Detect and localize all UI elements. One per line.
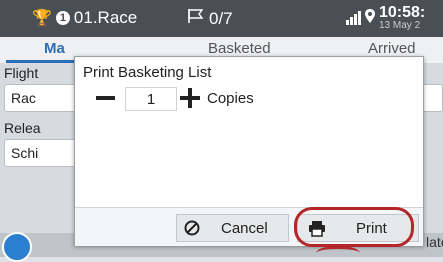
dialog-title: Print Basketing List <box>83 64 212 81</box>
tab-arrived[interactable]: Arrived <box>368 40 416 57</box>
highlight-annotation-tail <box>316 246 360 260</box>
clock: 10:58: 13 May 2 <box>379 5 425 31</box>
dialog-footer: Cancel Print <box>75 207 423 246</box>
print-label: Print <box>356 220 387 237</box>
race-indicator: 🏆 1 01.Race <box>32 8 137 28</box>
flight-progress-text: 0/7 <box>209 8 233 28</box>
release-label: Relea <box>4 120 41 136</box>
increase-copies-button[interactable] <box>177 85 203 111</box>
print-dialog: Print Basketing List 1 Copies Cancel Pri… <box>74 56 424 246</box>
clock-date: 13 May 2 <box>379 20 421 31</box>
copies-input[interactable]: 1 <box>125 87 177 111</box>
minus-icon <box>96 96 115 100</box>
location-pin-icon <box>364 8 376 29</box>
plus-icon-vertical <box>188 88 192 108</box>
print-button[interactable]: Print <box>297 214 419 242</box>
flight-progress: 0/7 <box>187 8 233 29</box>
race-number-badge: 1 <box>55 11 70 25</box>
tab-main[interactable]: Ma <box>44 40 65 57</box>
race-label: 01.Race <box>73 8 138 27</box>
status-bar: 🏆 1 01.Race 0/7 10:58: 13 May 2 <box>0 0 443 37</box>
home-round-button[interactable] <box>2 232 32 262</box>
cancel-label: Cancel <box>221 220 268 237</box>
status-right: 10:58: 13 May 2 <box>346 5 425 31</box>
release-value: Schi <box>11 145 39 161</box>
clock-time: 10:58: <box>379 4 426 21</box>
printer-icon <box>308 220 326 237</box>
cancel-button[interactable]: Cancel <box>176 214 289 242</box>
cancel-icon <box>184 220 200 236</box>
copies-label: Copies <box>207 90 254 107</box>
trophy-icon: 🏆 <box>32 10 52 27</box>
flight-label: Flight <box>4 65 39 81</box>
decrease-copies-button[interactable] <box>89 85 123 111</box>
bottom-right-text: late <box>426 234 443 250</box>
signal-icon <box>346 11 361 25</box>
flag-icon <box>187 8 205 29</box>
flight-value: Rac <box>11 90 36 106</box>
tab-basketed[interactable]: Basketed <box>208 40 271 57</box>
